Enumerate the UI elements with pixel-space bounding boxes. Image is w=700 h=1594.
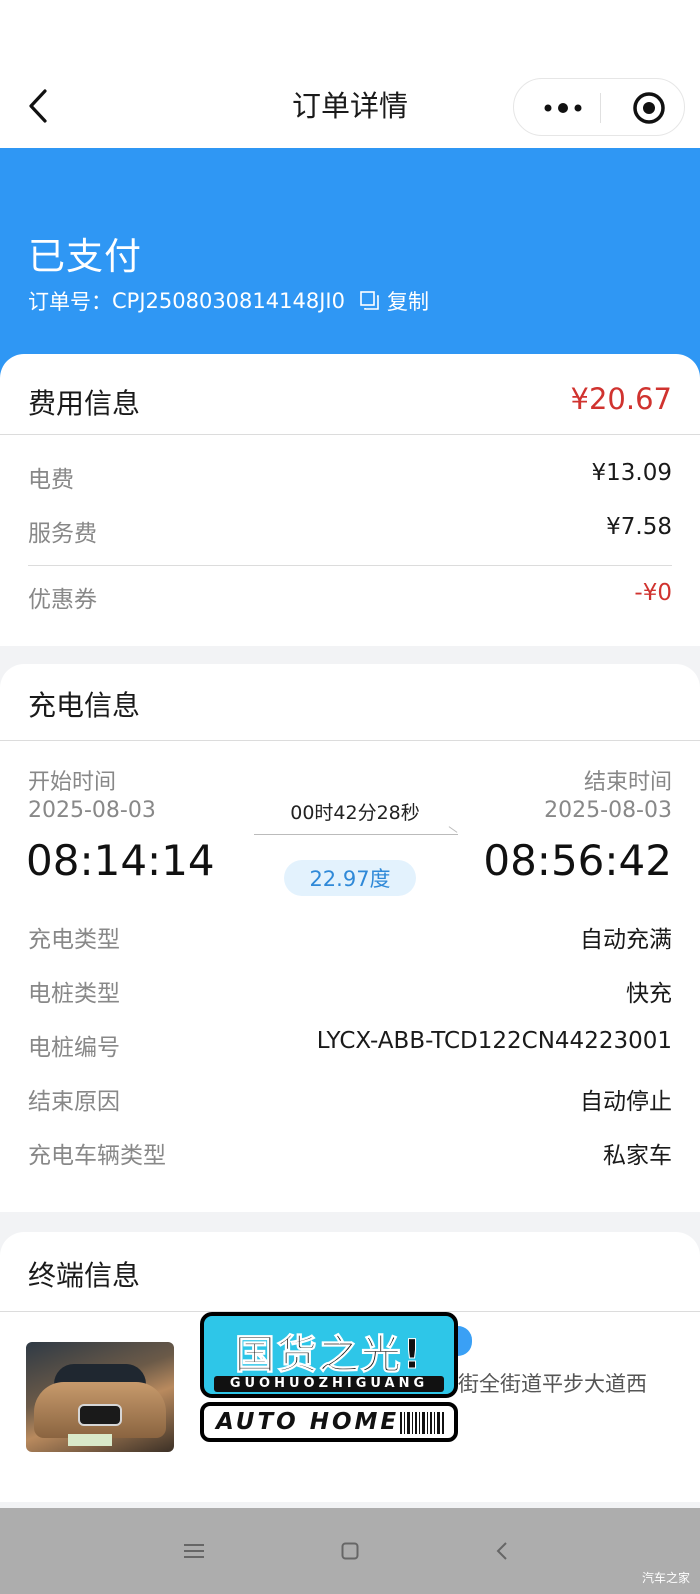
arrow-line [254,834,458,835]
watermark-cn: 国货之光! [234,1332,424,1379]
system-back-button[interactable] [488,1538,516,1564]
chevron-left-icon [496,1542,507,1560]
watermark-en: AUTO HOME [216,1409,400,1435]
divider [0,740,700,741]
home-square-icon [341,1542,359,1560]
order-status: 已支付 [28,235,142,278]
copy-label: 复制 [386,290,429,314]
fee-total: ¥20.67 [570,382,672,416]
end-reason-label: 结束原因 [28,1089,120,1115]
end-time-label: 结束时间 [583,770,672,795]
copy-button[interactable]: 复制 [359,286,429,316]
vehicle-type-label: 充电车辆类型 [28,1143,166,1169]
pile-type-value: 快充 [626,981,672,1007]
system-nav-bar: 汽车之家 [0,1508,700,1594]
target-icon [633,92,665,124]
electricity-fee-value: ¥13.09 [591,460,672,486]
end-date: 2025-08-03 [544,798,672,823]
miniapp-capsule [513,78,685,136]
watermark-logo-bottom: AUTO HOME [200,1402,458,1442]
pile-number-label: 电桩编号 [28,1035,120,1061]
coupon-value: -¥0 [634,580,672,606]
charge-duration: 00时42分28秒 [290,802,420,824]
arrow-right-icon [448,826,458,833]
start-time-label: 开始时间 [28,770,117,795]
station-image[interactable] [26,1342,174,1452]
more-dots-icon [544,103,582,113]
fee-card-title: 费用信息 [28,387,141,420]
barcode-icon [400,1412,444,1434]
corner-watermark: 汽车之家 [641,1571,690,1585]
more-button[interactable] [534,79,592,137]
copy-icon [360,291,379,310]
end-reason-value: 自动停止 [580,1089,672,1115]
status-header: 已支付 订单号： CPJ2508030814148JI0 复制 [0,148,700,378]
coupon-label: 优惠券 [28,587,97,613]
fee-card: 费用信息 ¥20.67 电费 ¥13.09 服务费 ¥7.58 优惠券 -¥0 [0,354,700,646]
car-image-plate [68,1434,112,1446]
order-number: CPJ2508030814148JI0 [112,289,345,313]
divider [28,565,672,566]
pile-number-value: LYCX-ABB-TCD122CN44223001 [316,1028,672,1054]
terminal-card-title: 终端信息 [28,1259,141,1292]
pile-type-label: 电桩类型 [28,981,120,1007]
end-time: 08:56:42 [483,836,672,885]
charging-card: 充电信息 开始时间 2025-08-03 08:14:14 00时42分28秒 … [0,664,700,1212]
charge-type-label: 充电类型 [28,927,120,953]
charge-type-value: 自动充满 [580,927,672,953]
capsule-divider [600,93,601,123]
home-button[interactable] [336,1538,364,1564]
divider [0,434,700,435]
order-number-label: 订单号： [28,290,112,314]
charging-card-title: 充电信息 [28,689,141,722]
start-date: 2025-08-03 [28,798,156,823]
vehicle-type-value: 私家车 [603,1143,672,1169]
station-address[interactable]: 街全街道平步大道西 [458,1368,647,1398]
service-fee-label: 服务费 [28,521,97,547]
order-number-line: 订单号： CPJ2508030814148JI0 复制 [28,286,429,316]
navbar: 订单详情 [0,0,700,148]
car-image-grille [78,1404,122,1426]
close-miniapp-button[interactable] [620,79,678,137]
watermark-logo-top: 国货之光! GUOHUOZHIGUANG [200,1312,458,1398]
watermark-logo: 国货之光! GUOHUOZHIGUANG AUTO HOME [200,1312,458,1442]
service-fee-value: ¥7.58 [606,514,672,540]
menu-icon [184,1544,204,1558]
watermark-pinyin: GUOHUOZHIGUANG [214,1376,444,1392]
menu-button[interactable] [180,1538,208,1564]
energy-badge: 22.97度 [284,860,416,896]
electricity-fee-label: 电费 [28,467,74,493]
start-time: 08:14:14 [26,836,215,885]
